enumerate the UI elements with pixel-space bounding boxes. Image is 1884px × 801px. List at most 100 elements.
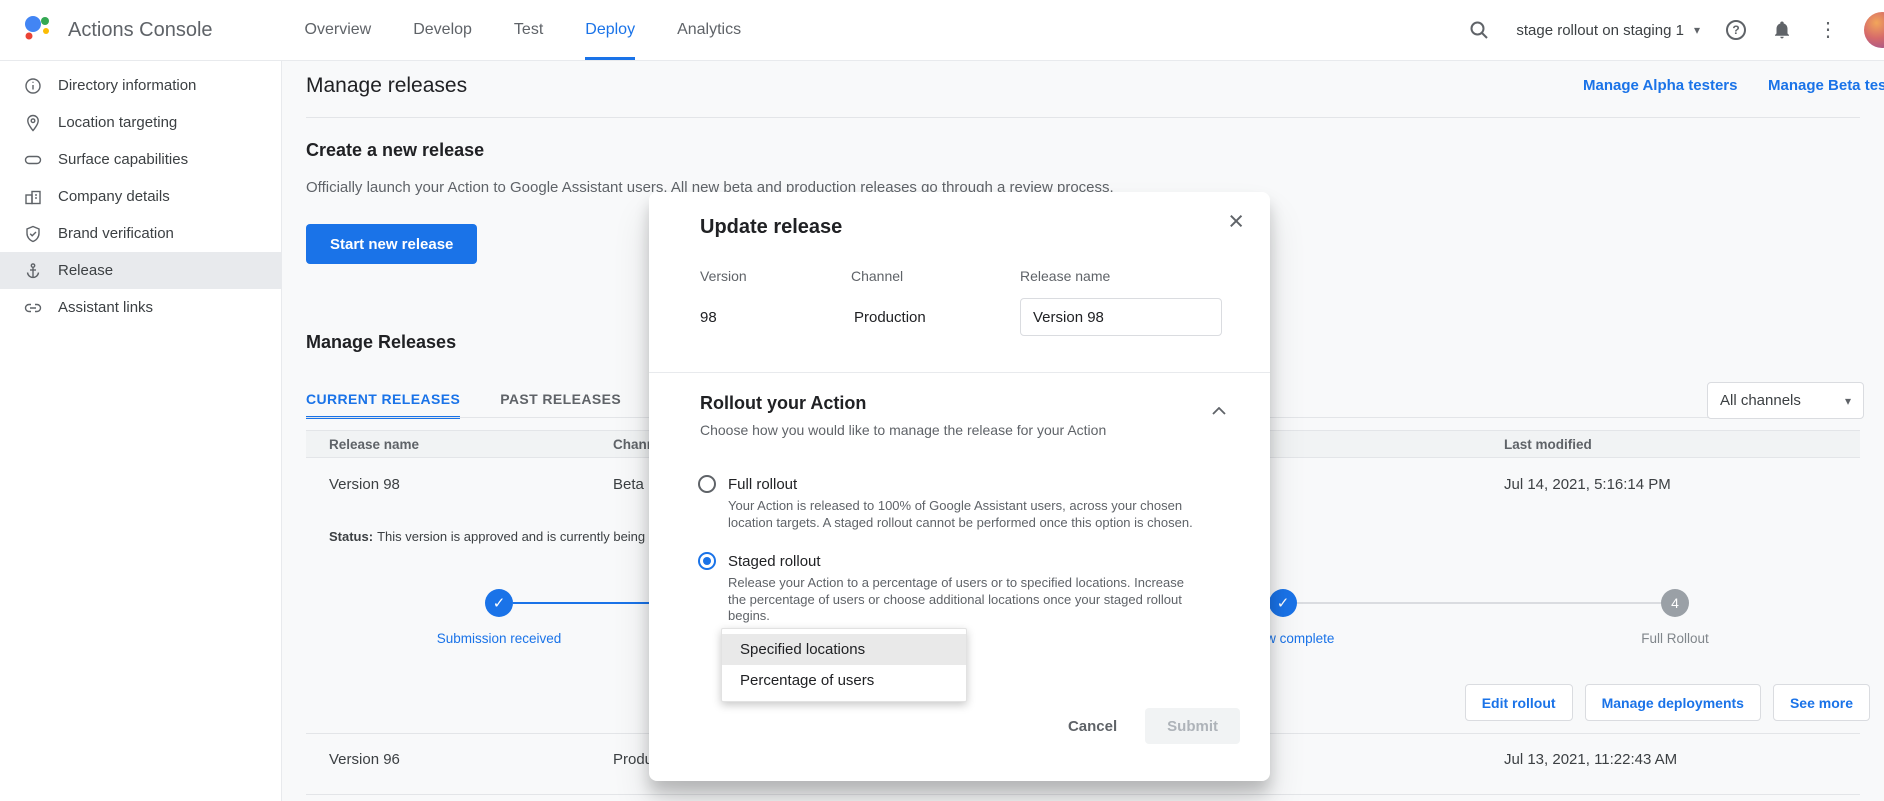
- nav-item-test[interactable]: Test: [514, 0, 543, 60]
- manage-deployments-button[interactable]: Manage deployments: [1585, 684, 1761, 721]
- manage-alpha-testers-link[interactable]: Manage Alpha testers: [1583, 77, 1738, 94]
- full-rollout-description: Your Action is released to 100% of Googl…: [728, 498, 1202, 531]
- check-icon: ✓: [1277, 594, 1290, 612]
- sidebar-item-location-targeting[interactable]: Location targeting: [0, 104, 281, 141]
- divider: [649, 372, 1270, 373]
- create-release-title: Create a new release: [306, 140, 484, 161]
- column-release-name: Release name: [329, 437, 419, 452]
- start-new-release-button[interactable]: Start new release: [306, 224, 477, 264]
- sidebar-item-label: Location targeting: [58, 114, 177, 131]
- release-actions: Edit rollout Manage deployments See more: [1465, 684, 1870, 721]
- shield-check-icon: [24, 225, 42, 243]
- overflow-menu-icon[interactable]: ⋮: [1818, 20, 1838, 40]
- version-value: 98: [700, 309, 717, 326]
- staged-rollout-radio[interactable]: [698, 552, 716, 570]
- top-app-bar: Actions Console Overview Develop Test De…: [0, 0, 1884, 61]
- tab-past-releases[interactable]: PAST RELEASES: [500, 391, 621, 419]
- sidebar-item-release[interactable]: Release: [0, 252, 281, 289]
- sidebar-item-label: Surface capabilities: [58, 151, 188, 168]
- full-rollout-radio[interactable]: [698, 475, 716, 493]
- menu-item-specified-locations[interactable]: Specified locations: [722, 634, 966, 665]
- status-text: This version is approved and is currentl…: [377, 529, 655, 544]
- notifications-icon[interactable]: [1772, 20, 1792, 40]
- sidebar-item-surface-capabilities[interactable]: Surface capabilities: [0, 141, 281, 178]
- sidebar-item-company-details[interactable]: Company details: [0, 178, 281, 215]
- last-modified-cell: Jul 13, 2021, 11:22:43 AM: [1504, 751, 1677, 768]
- sidebar-item-directory-information[interactable]: Directory information: [0, 67, 281, 104]
- header-actions: stage rollout on staging 1 ▾ ? ⋮: [1468, 12, 1884, 48]
- info-icon: [24, 77, 42, 95]
- release-name-input[interactable]: [1020, 298, 1222, 336]
- step-review-complete-icon: ✓: [1269, 589, 1297, 617]
- building-icon: [24, 188, 42, 206]
- project-selector-value: stage rollout on staging 1: [1516, 22, 1684, 39]
- check-icon: ✓: [493, 594, 506, 612]
- menu-item-percentage-of-users[interactable]: Percentage of users: [722, 665, 966, 696]
- sidebar-item-label: Assistant links: [58, 299, 153, 316]
- step-number: 4: [1671, 595, 1679, 611]
- dialog-title: Update release: [700, 216, 842, 239]
- step-full-rollout-icon: 4: [1661, 589, 1689, 617]
- edit-rollout-button[interactable]: Edit rollout: [1465, 684, 1573, 721]
- nav-item-analytics[interactable]: Analytics: [677, 0, 741, 60]
- actions-console-app: Actions Console Overview Develop Test De…: [0, 0, 1884, 801]
- sidebar-item-label: Company details: [58, 188, 170, 205]
- channel-cell: Beta: [613, 476, 644, 493]
- staged-rollout-description: Release your Action to a percentage of u…: [728, 575, 1202, 625]
- step-label-full-rollout: Full Rollout: [1565, 631, 1785, 646]
- help-icon[interactable]: ?: [1726, 20, 1746, 40]
- release-tabs: CURRENT RELEASES PAST RELEASES: [306, 391, 621, 419]
- nav-item-overview[interactable]: Overview: [305, 0, 372, 60]
- rollout-section-title: Rollout your Action: [700, 393, 866, 414]
- chevron-up-icon[interactable]: [1212, 402, 1226, 419]
- user-avatar[interactable]: [1864, 12, 1884, 48]
- dialog-footer: Cancel Submit: [1068, 708, 1240, 744]
- sidebar-item-label: Brand verification: [58, 225, 174, 242]
- row-divider: [306, 794, 1860, 795]
- channel-value: Production: [854, 309, 926, 326]
- divider: [306, 117, 1860, 118]
- capsule-icon: [24, 151, 42, 169]
- sidebar-item-assistant-links[interactable]: Assistant links: [0, 289, 281, 326]
- submit-button[interactable]: Submit: [1145, 708, 1240, 744]
- nav-item-deploy[interactable]: Deploy: [585, 0, 635, 60]
- sidebar: Directory information Location targeting…: [0, 61, 282, 801]
- link-icon: [24, 299, 42, 317]
- location-pin-icon: [24, 114, 42, 132]
- stepper-line-pending: [1297, 602, 1661, 604]
- staged-rollout-label[interactable]: Staged rollout: [728, 553, 821, 570]
- caret-down-icon: ▾: [1694, 23, 1700, 37]
- status-label: Status:: [329, 529, 373, 544]
- nav-item-develop[interactable]: Develop: [413, 0, 472, 60]
- actions-console-logo-icon: [20, 11, 54, 49]
- see-more-button[interactable]: See more: [1773, 684, 1870, 721]
- column-last-modified: Last modified: [1504, 437, 1592, 452]
- step-label-submission-received: Submission received: [389, 631, 609, 646]
- channel-label: Channel: [851, 268, 903, 284]
- update-release-dialog: Update release × Version Channel Release…: [649, 192, 1270, 781]
- full-rollout-label[interactable]: Full rollout: [728, 476, 797, 493]
- app-title: Actions Console: [68, 19, 213, 42]
- last-modified-cell: Jul 14, 2021, 5:16:14 PM: [1504, 476, 1671, 493]
- sidebar-item-label: Release: [58, 262, 113, 279]
- search-icon[interactable]: [1468, 19, 1490, 41]
- project-selector[interactable]: stage rollout on staging 1 ▾: [1516, 22, 1700, 39]
- close-icon[interactable]: ×: [1228, 208, 1244, 235]
- sidebar-item-label: Directory information: [58, 77, 196, 94]
- step-submission-received-icon: ✓: [485, 589, 513, 617]
- cancel-button[interactable]: Cancel: [1068, 718, 1117, 735]
- sidebar-item-brand-verification[interactable]: Brand verification: [0, 215, 281, 252]
- rollout-section-subtitle: Choose how you would like to manage the …: [700, 422, 1106, 438]
- manage-beta-testers-link[interactable]: Manage Beta testers: [1768, 77, 1884, 94]
- anchor-icon: [24, 262, 42, 280]
- channel-filter-value: All channels: [1720, 392, 1801, 409]
- version-label: Version: [700, 268, 747, 284]
- release-name-cell: Version 98: [329, 476, 400, 493]
- page-title: Manage releases: [306, 74, 467, 98]
- tab-current-releases[interactable]: CURRENT RELEASES: [306, 391, 460, 419]
- release-name-label: Release name: [1020, 268, 1110, 284]
- caret-down-icon: ▾: [1845, 394, 1851, 408]
- release-status: Status: This version is approved and is c…: [329, 529, 655, 544]
- manage-releases-title: Manage Releases: [306, 332, 456, 353]
- channel-filter-select[interactable]: All channels ▾: [1707, 382, 1864, 419]
